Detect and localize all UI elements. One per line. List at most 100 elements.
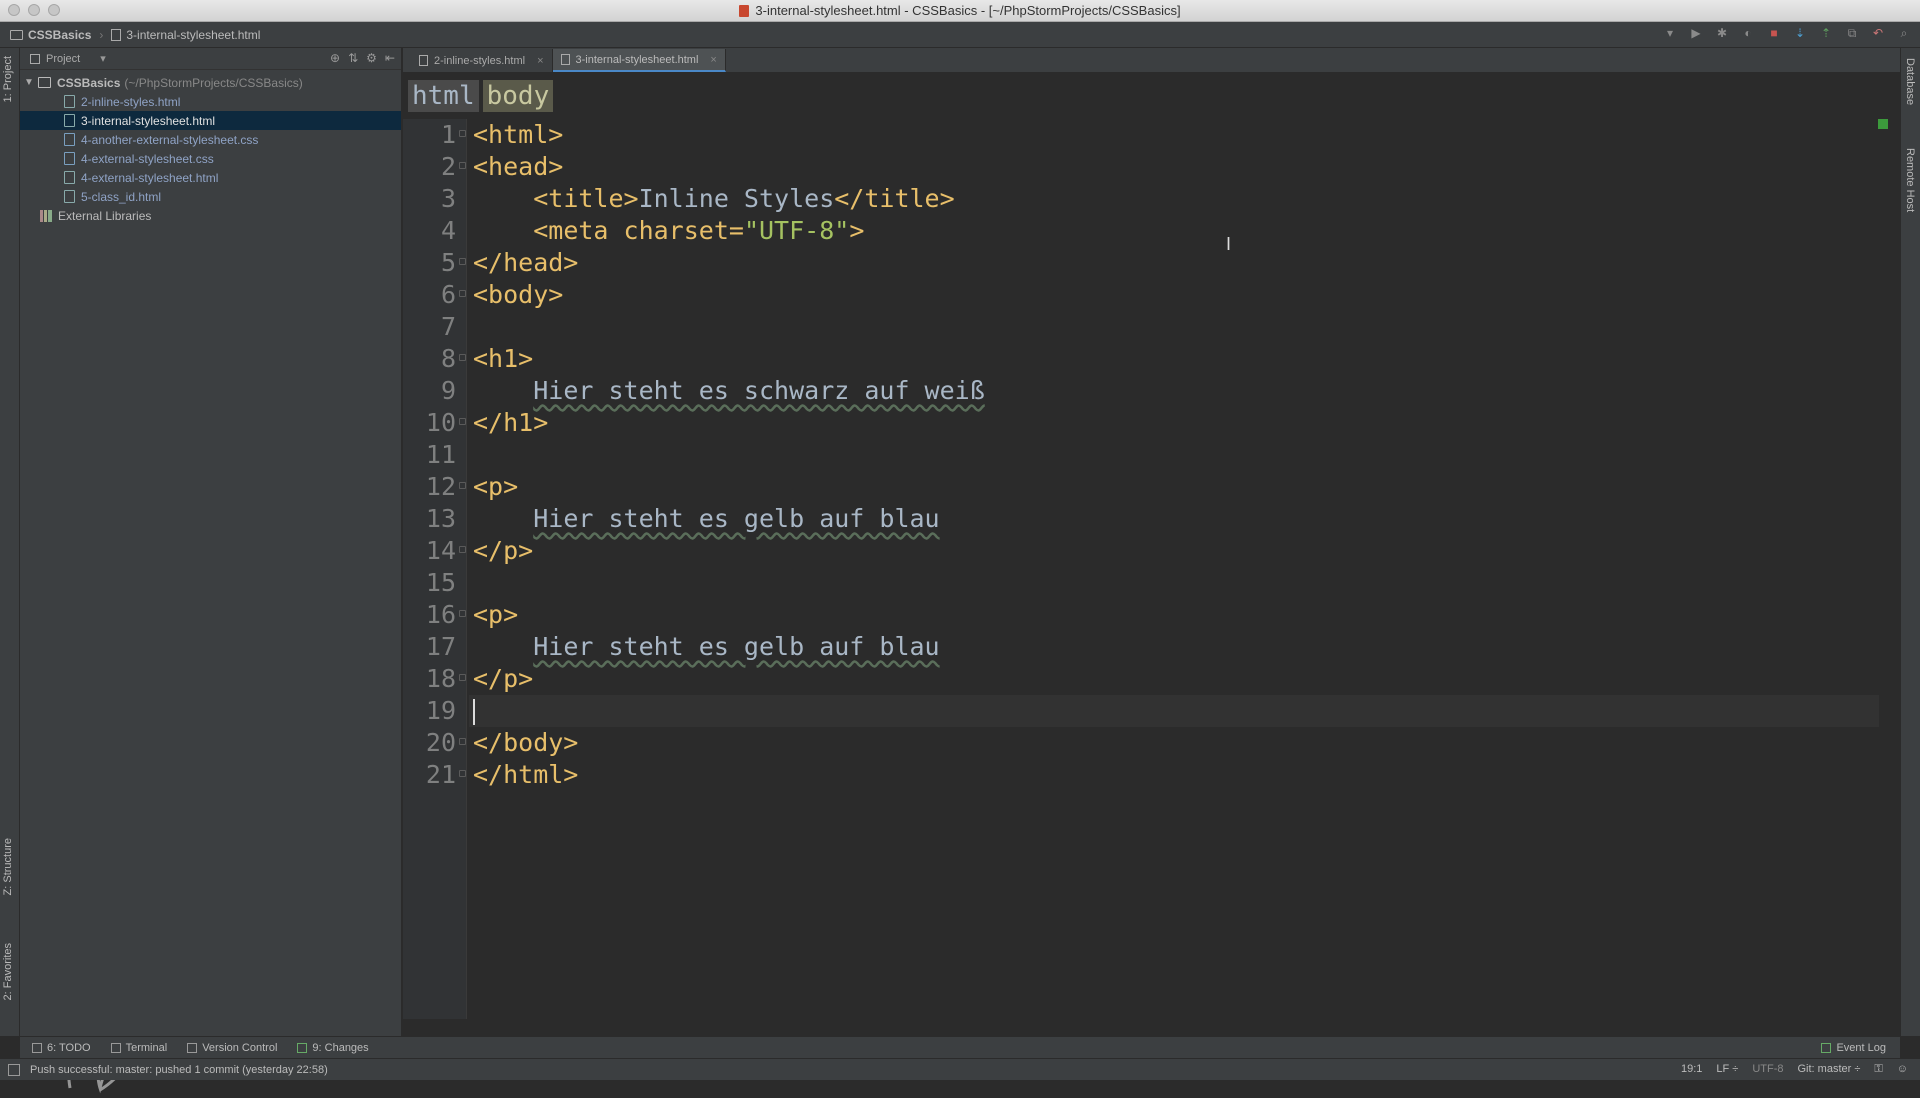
tool-window-structure[interactable]: Z: Structure — [2, 838, 14, 895]
coverage-icon[interactable]: ◐ — [1740, 25, 1756, 41]
tree-file-item-selected[interactable]: 3-internal-stylesheet.html — [20, 111, 401, 130]
tool-todo-button[interactable]: 6: TODO — [32, 1042, 91, 1054]
fold-marker-icon[interactable] — [459, 546, 466, 553]
inspector-icon[interactable]: ☺ — [1897, 1063, 1908, 1076]
line-number: 12 — [425, 472, 456, 501]
status-indicators: 19:1 LF ÷ UTF-8 Git: master ÷ ⚿ ☺ — [1681, 1063, 1908, 1076]
tree-file-label: 5-class_id.html — [81, 189, 162, 204]
tool-window-project[interactable]: 1: Project — [2, 56, 14, 102]
tab-3-internal-stylesheet[interactable]: 3-internal-stylesheet.html × — [552, 49, 726, 72]
tree-root-path: (~/PhpStormProjects/CSSBasics) — [124, 75, 303, 90]
collapse-all-icon[interactable]: ⇅ — [348, 51, 358, 65]
tree-file-item[interactable]: 2-inline-styles.html — [20, 92, 401, 111]
code-editor[interactable]: html body 1 2 3 4 5 6 7 8 9 10 11 12 13 … — [403, 74, 1900, 1036]
compare-icon[interactable]: ⧉ — [1844, 25, 1860, 41]
editor-tab-bar: 2-inline-styles.html × 3-internal-styles… — [403, 48, 1900, 73]
toolbar-actions: ▾ ▶ ✱ ◐ ■ ⇣ ⇡ ⧉ ↶ ⌕ — [1662, 25, 1912, 41]
gear-icon[interactable]: ⚙ — [366, 51, 377, 65]
fold-marker-icon[interactable] — [459, 162, 466, 169]
fold-marker-icon[interactable] — [459, 418, 466, 425]
chevron-down-icon[interactable]: ▾ — [100, 52, 106, 65]
tool-window-favorites[interactable]: 2: Favorites — [2, 943, 14, 1000]
git-branch-selector[interactable]: Git: master ÷ — [1798, 1063, 1861, 1076]
fold-marker-icon[interactable] — [459, 258, 466, 265]
tree-file-item[interactable]: 4-external-stylesheet.html — [20, 168, 401, 187]
encoding-selector[interactable]: UTF-8 — [1752, 1063, 1783, 1076]
caret-position[interactable]: 19:1 — [1681, 1063, 1702, 1076]
tool-event-log-button[interactable]: Event Log — [1821, 1042, 1886, 1054]
search-icon[interactable]: ⌕ — [1896, 25, 1912, 41]
breadcrumb-html[interactable]: html — [408, 80, 479, 112]
status-bar: Push successful: master: pushed 1 commit… — [0, 1058, 1920, 1080]
tool-terminal-button[interactable]: Terminal — [110, 1041, 168, 1054]
line-number: 8 — [440, 344, 456, 373]
revert-icon[interactable]: ↶ — [1870, 25, 1886, 41]
expand-arrow-icon[interactable]: ▼ — [24, 77, 38, 88]
inspection-status-indicator[interactable] — [1878, 119, 1888, 129]
fold-marker-icon[interactable] — [459, 354, 466, 361]
tree-file-item[interactable]: 5-class_id.html — [20, 187, 401, 206]
window-titlebar: 3-internal-stylesheet.html - CSSBasics -… — [0, 0, 1920, 22]
lock-icon[interactable]: ⚿ — [1874, 1063, 1882, 1076]
tool-window-database[interactable]: Database — [1904, 58, 1916, 105]
close-icon[interactable]: × — [537, 55, 543, 67]
fold-marker-icon[interactable] — [459, 610, 466, 617]
hide-panel-icon[interactable]: ⇤ — [385, 51, 395, 65]
debug-icon[interactable]: ✱ — [1714, 25, 1730, 41]
window-controls — [8, 4, 60, 16]
minimize-window-button[interactable] — [28, 4, 40, 16]
line-number: 21 — [425, 760, 456, 789]
tree-root-folder[interactable]: ▼ CSSBasics (~/PhpStormProjects/CSSBasic… — [20, 73, 401, 92]
toggle-tool-windows-icon[interactable] — [8, 1063, 20, 1076]
tree-file-label: 3-internal-stylesheet.html — [81, 113, 216, 128]
close-icon[interactable]: × — [710, 54, 716, 66]
fold-marker-icon[interactable] — [459, 738, 466, 745]
nav-crumb-file[interactable]: 3-internal-stylesheet.html — [111, 28, 260, 42]
tool-version-control-button[interactable]: Version Control — [187, 1042, 277, 1054]
fold-marker-icon[interactable] — [459, 130, 466, 137]
code-line: </html> — [459, 759, 1879, 791]
code-tag: </body> — [473, 728, 579, 757]
vcs-update-icon[interactable]: ⇣ — [1792, 25, 1808, 41]
tree-file-item[interactable]: 4-another-external-stylesheet.css — [20, 130, 401, 149]
fold-marker-icon[interactable] — [459, 674, 466, 681]
close-window-button[interactable] — [8, 4, 20, 16]
tree-file-item[interactable]: 4-external-stylesheet.css — [20, 149, 401, 168]
project-view-selector[interactable]: Project — [46, 53, 80, 65]
code-tag: <p> — [473, 472, 519, 501]
code-tag: </html> — [473, 760, 579, 789]
tool-window-remote-host[interactable]: Remote Host — [1904, 148, 1916, 212]
code-tag: <title> — [533, 184, 639, 213]
todo-icon — [32, 1042, 42, 1053]
fold-marker-icon[interactable] — [459, 290, 466, 297]
code-text: Inline Styles — [638, 184, 835, 213]
run-config-dropdown-icon[interactable]: ▾ — [1662, 25, 1678, 41]
breadcrumb-body[interactable]: body — [482, 80, 554, 112]
library-icon — [40, 209, 52, 222]
tool-button-label: Event Log — [1836, 1041, 1886, 1054]
line-number: 4 — [440, 216, 456, 245]
nav-crumb-project[interactable]: CSSBasics — [10, 28, 91, 42]
tree-external-libraries[interactable]: External Libraries — [20, 206, 401, 225]
stop-icon[interactable]: ■ — [1766, 25, 1782, 41]
tree-libraries-label: External Libraries — [58, 208, 152, 223]
scroll-from-source-icon[interactable]: ⊕ — [330, 51, 340, 65]
vcs-commit-icon[interactable]: ⇡ — [1818, 25, 1834, 41]
fold-marker-icon[interactable] — [459, 482, 466, 489]
line-number: 6 — [440, 280, 456, 309]
tool-changes-button[interactable]: 9: Changes — [297, 1042, 369, 1054]
zoom-window-button[interactable] — [48, 4, 60, 16]
code-area[interactable]: <html> <head> <title>Inline Styles</titl… — [459, 119, 1879, 791]
code-tag: </p> — [473, 536, 534, 565]
line-separator-selector[interactable]: LF ÷ — [1716, 1063, 1738, 1076]
navigation-bar: CSSBasics › 3-internal-stylesheet.html ▾… — [0, 22, 1920, 48]
line-number: 19 — [425, 696, 456, 725]
status-message[interactable]: Push successful: master: pushed 1 commit… — [30, 1064, 328, 1076]
tool-button-label: Terminal — [125, 1041, 168, 1054]
run-icon[interactable]: ▶ — [1688, 25, 1704, 41]
code-tag: </head> — [473, 248, 579, 277]
fold-marker-icon[interactable] — [459, 770, 466, 777]
code-tag: <p> — [473, 600, 519, 629]
tab-2-inline-styles[interactable]: 2-inline-styles.html × — [411, 49, 553, 72]
